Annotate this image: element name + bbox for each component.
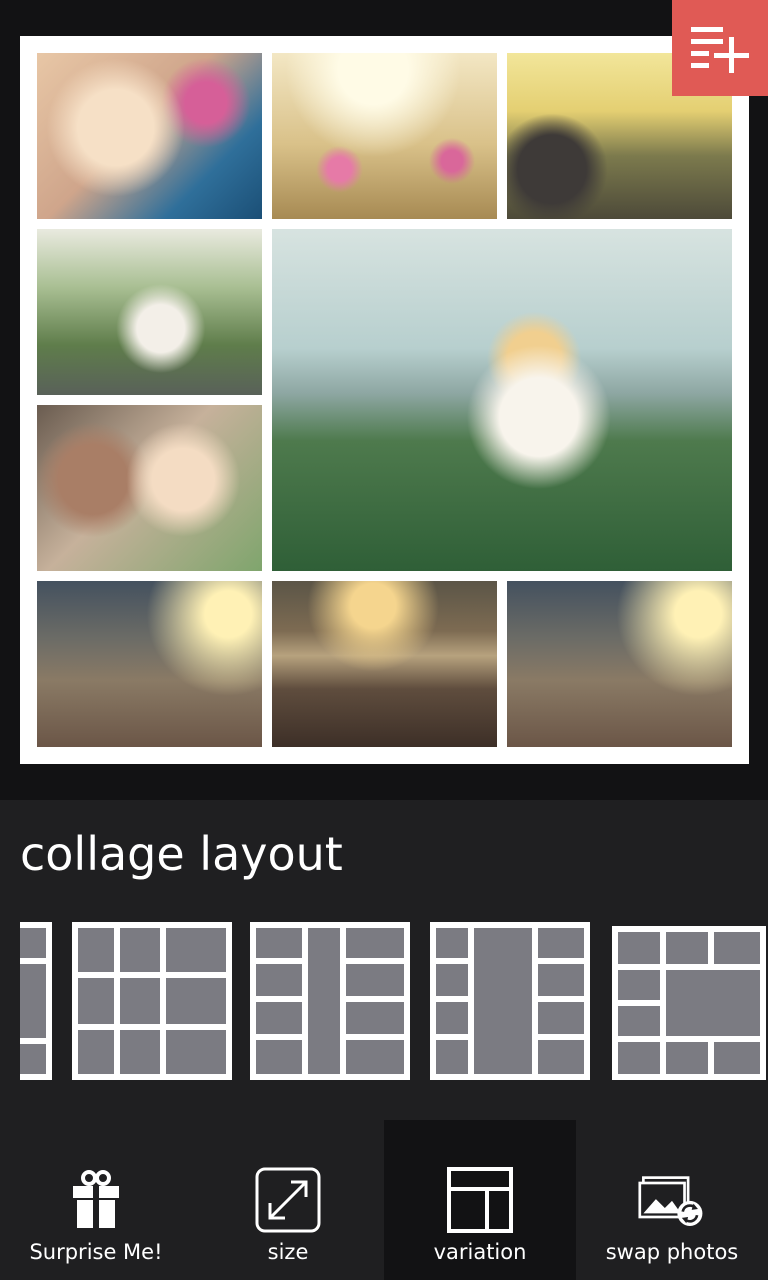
- size-label: size: [267, 1240, 309, 1264]
- layout-option-center-column[interactable]: [250, 922, 410, 1080]
- layout-option-wide-center[interactable]: [430, 922, 590, 1080]
- resize-arrows-icon: [255, 1167, 321, 1233]
- collage-photo-1[interactable]: [37, 53, 262, 219]
- collage-photo-5[interactable]: [272, 229, 732, 571]
- surprise-me-button[interactable]: Surprise Me!: [0, 1120, 192, 1280]
- collage-photo-8[interactable]: [272, 581, 497, 747]
- layout-option-current[interactable]: [612, 926, 766, 1080]
- variation-button[interactable]: variation: [384, 1120, 576, 1280]
- collage-photo-9[interactable]: [507, 581, 732, 747]
- layout-icon: [447, 1167, 513, 1233]
- collage-photo-4[interactable]: [37, 229, 262, 395]
- swap-photos-label: swap photos: [605, 1240, 739, 1264]
- section-title: collage layout: [20, 827, 343, 881]
- app-bar: Surprise Me! size variation swap photos: [0, 1120, 768, 1280]
- variation-label: variation: [433, 1240, 527, 1264]
- swap-photos-button[interactable]: swap photos: [576, 1120, 768, 1280]
- swap-photos-icon: [638, 1176, 703, 1226]
- collage-photo-6[interactable]: [37, 405, 262, 571]
- size-button[interactable]: size: [192, 1120, 384, 1280]
- collage-canvas[interactable]: [20, 36, 749, 764]
- collage-photo-2[interactable]: [272, 53, 497, 219]
- collage-photo-7[interactable]: [37, 581, 262, 747]
- add-photos-button[interactable]: [672, 0, 768, 96]
- gift-icon: [73, 1170, 119, 1228]
- layout-option-partial[interactable]: [20, 922, 52, 1080]
- add-to-playlist-icon: [691, 27, 749, 73]
- surprise-me-label: Surprise Me!: [29, 1240, 163, 1264]
- layout-option-grid[interactable]: [72, 922, 232, 1080]
